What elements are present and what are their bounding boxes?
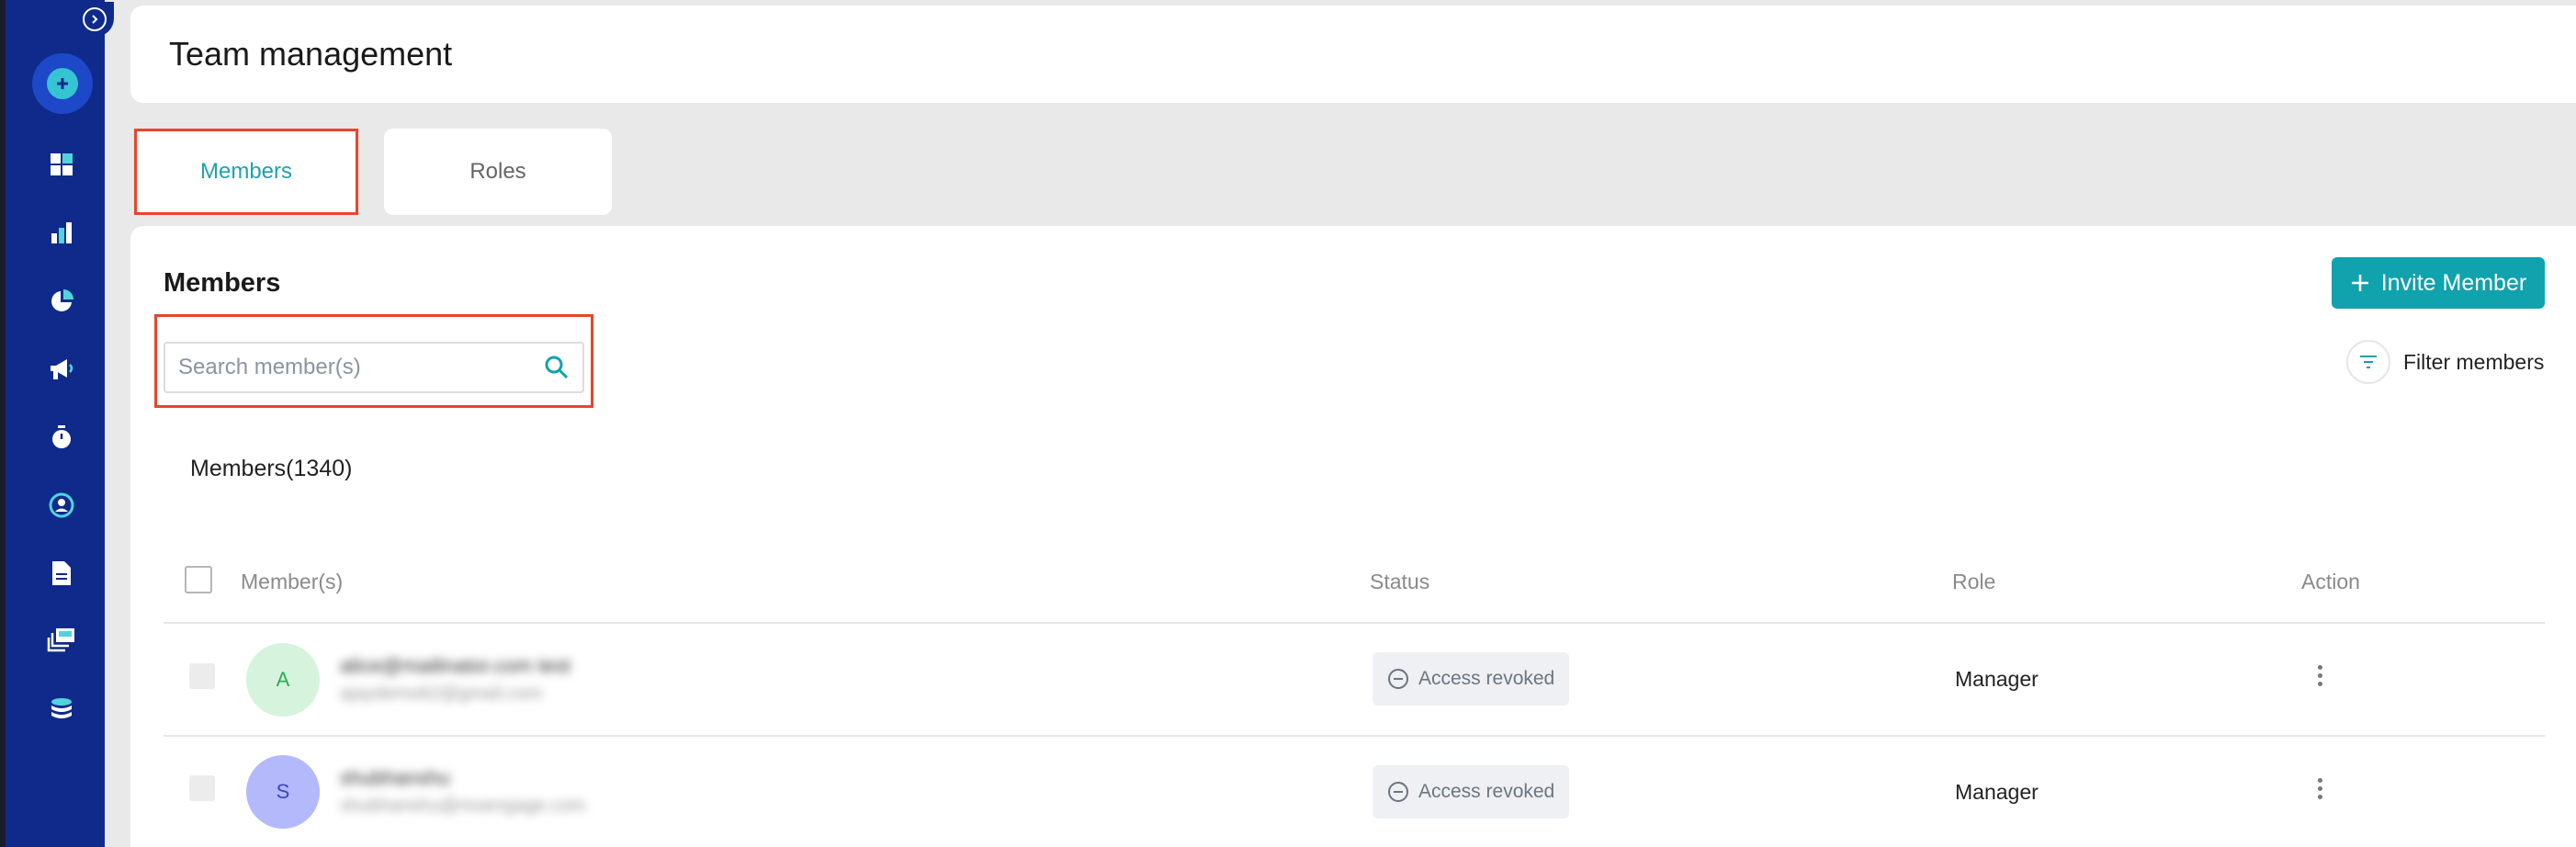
select-all-checkbox[interactable] xyxy=(185,566,212,593)
status-label: Access revoked xyxy=(1418,668,1555,689)
user-target-icon xyxy=(49,492,74,518)
filter-members-label: Filter members xyxy=(2403,349,2545,374)
column-header-members: Member(s) xyxy=(241,570,344,593)
tab-roles[interactable]: Roles xyxy=(384,129,612,215)
search-icon[interactable] xyxy=(544,355,570,380)
sidebar-item-dashboard[interactable] xyxy=(41,144,82,185)
column-header-role: Role xyxy=(1952,570,1996,593)
bar-chart-icon xyxy=(51,222,72,243)
minus-circle-icon xyxy=(1388,669,1408,689)
page-title: Team management xyxy=(169,35,453,73)
sidebar-item-personalize[interactable] xyxy=(41,485,82,525)
sidebar-toggle-button[interactable] xyxy=(75,2,114,37)
page-header xyxy=(130,6,2576,103)
search-box xyxy=(164,342,584,393)
member-email: shubhanshu@moengage.com xyxy=(340,796,586,816)
sidebar-item-templates[interactable] xyxy=(41,621,82,661)
document-icon xyxy=(52,561,71,585)
member-name: alice@mailinator.com test xyxy=(340,654,571,677)
avatar: A xyxy=(246,643,320,717)
member-name: shubhanshu xyxy=(340,766,450,789)
plus-icon xyxy=(47,68,78,99)
sidebar-item-campaigns[interactable] xyxy=(41,349,82,390)
sidebar-item-content[interactable] xyxy=(41,553,82,593)
column-header-action: Action xyxy=(2301,570,2360,593)
stopwatch-icon xyxy=(52,425,71,448)
invite-member-label: Invite Member xyxy=(2380,269,2527,296)
role-cell: Manager xyxy=(1955,780,2039,804)
row-checkbox[interactable] xyxy=(189,663,215,689)
more-actions-icon[interactable] xyxy=(2308,770,2332,807)
members-count: Members(1340) xyxy=(190,456,353,481)
member-email: ajaydemo62@gmail.com xyxy=(340,683,543,704)
dashboard-icon xyxy=(51,153,73,175)
filter-icon xyxy=(2346,340,2390,384)
stacked-cards-icon xyxy=(47,628,74,652)
status-badge: Access revoked xyxy=(1373,652,1569,706)
database-icon xyxy=(51,698,72,718)
status-label: Access revoked xyxy=(1418,781,1555,802)
sidebar-item-analytics[interactable] xyxy=(41,212,82,253)
megaphone-icon xyxy=(51,359,73,379)
status-badge: Access revoked xyxy=(1373,765,1569,819)
members-section-title: Members xyxy=(164,268,281,298)
create-button[interactable] xyxy=(32,53,93,114)
more-actions-icon[interactable] xyxy=(2308,657,2332,694)
pie-chart-icon xyxy=(51,289,73,311)
avatar: S xyxy=(246,755,320,829)
sidebar-item-segments[interactable] xyxy=(41,281,82,322)
sidebar xyxy=(0,0,114,847)
filter-members-button[interactable]: Filter members xyxy=(2346,340,2544,384)
invite-member-button[interactable]: Invite Member xyxy=(2332,257,2545,309)
sidebar-item-data[interactable] xyxy=(41,689,82,729)
plus-icon xyxy=(2351,275,2368,291)
sidebar-item-flows[interactable] xyxy=(41,417,82,457)
role-cell: Manager xyxy=(1955,667,2039,691)
search-input[interactable] xyxy=(178,355,544,380)
chevron-right-icon xyxy=(83,7,107,31)
tab-members[interactable]: Members xyxy=(134,129,358,215)
minus-circle-icon xyxy=(1388,782,1408,802)
column-header-status: Status xyxy=(1370,570,1430,593)
table-divider xyxy=(164,735,2545,737)
table-divider xyxy=(164,622,2545,624)
row-checkbox[interactable] xyxy=(189,775,215,801)
